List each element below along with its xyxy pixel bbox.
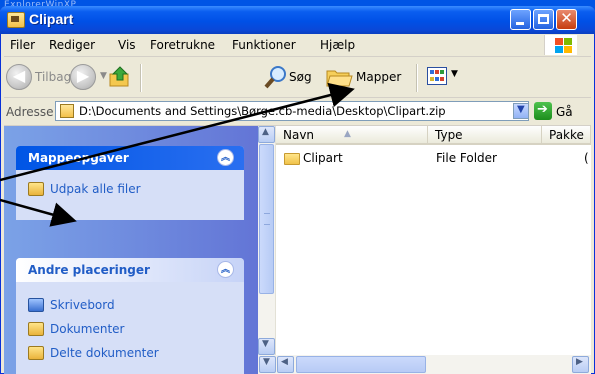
toolbar-separator bbox=[140, 64, 142, 92]
address-label: Adresse bbox=[6, 105, 54, 119]
horizontal-scroll-thumb[interactable] bbox=[296, 356, 426, 373]
address-path[interactable]: D:\Documents and Settings\Børge.cb-media… bbox=[79, 104, 446, 118]
menu-favorites[interactable]: Foretrukne bbox=[150, 38, 215, 52]
column-header-label: Navn bbox=[283, 128, 315, 142]
folders-icon[interactable] bbox=[325, 65, 353, 89]
chevron-up-icon: ︽ bbox=[221, 265, 231, 275]
title-bar[interactable]: Clipart ✕ bbox=[0, 6, 595, 34]
extract-icon bbox=[28, 182, 44, 196]
forward-arrow-icon: ▶ bbox=[76, 66, 90, 85]
menu-help[interactable]: Hjælp bbox=[320, 38, 355, 52]
collapse-button[interactable]: ︽ bbox=[217, 261, 234, 278]
address-bar: Adresse D:\Documents and Settings\Børge.… bbox=[4, 98, 591, 126]
place-label[interactable]: Skrivebord bbox=[50, 298, 115, 312]
views-dropdown-icon[interactable]: ▼ bbox=[451, 69, 458, 79]
arrow-down-icon: ▼ bbox=[262, 339, 269, 349]
shared-folder-icon bbox=[28, 346, 44, 360]
scroll-down-button[interactable]: ▼ bbox=[258, 338, 275, 355]
cell-name[interactable]: Clipart bbox=[303, 151, 343, 165]
scroll-up-button[interactable]: ▲ bbox=[258, 126, 275, 143]
views-icon[interactable] bbox=[427, 67, 447, 85]
scroll-thumb[interactable] bbox=[259, 144, 274, 294]
column-header-label: Type bbox=[435, 128, 463, 142]
collapse-button[interactable]: ︽ bbox=[217, 149, 234, 166]
maximize-icon bbox=[538, 14, 549, 24]
cell-packed: ( bbox=[584, 151, 589, 165]
minimize-icon bbox=[516, 22, 524, 25]
go-label[interactable]: Gå bbox=[556, 105, 573, 119]
task-label[interactable]: Udpak alle filer bbox=[50, 182, 141, 196]
zip-folder-icon bbox=[60, 104, 74, 118]
zip-folder-icon bbox=[7, 12, 25, 28]
arrow-right-icon: ▶ bbox=[576, 357, 583, 367]
grip-icon bbox=[264, 213, 270, 225]
toolbar: ◀ Tilbage ▼ ▶ ▼ Søg Mapper ▼ bbox=[4, 57, 591, 98]
search-icon[interactable] bbox=[263, 64, 289, 90]
cell-type: File Folder bbox=[436, 151, 497, 165]
tasks-panel: Mappeopgaver ︽ Udpak alle filer bbox=[16, 146, 244, 220]
back-button[interactable]: ◀ bbox=[6, 64, 32, 90]
chevron-down-icon: ▼ bbox=[517, 104, 525, 115]
menu-file[interactable]: Filer bbox=[10, 38, 35, 52]
tasks-panel-title: Mappeopgaver bbox=[28, 151, 129, 165]
search-label[interactable]: Søg bbox=[289, 70, 312, 84]
folder-icon bbox=[284, 153, 300, 165]
scroll-right-button[interactable]: ▶ bbox=[572, 356, 589, 373]
places-panel-header[interactable]: Andre placeringer ︽ bbox=[16, 258, 244, 282]
maximize-button[interactable] bbox=[533, 9, 554, 30]
column-header-packed[interactable]: Pakke bbox=[542, 126, 591, 145]
windows-logo-icon bbox=[544, 35, 577, 55]
arrow-left-icon: ◀ bbox=[281, 357, 288, 367]
menu-bar: Filer Rediger Vis Foretrukne Funktioner … bbox=[4, 34, 591, 57]
documents-icon bbox=[28, 322, 44, 336]
arrow-down-icon: ▼ bbox=[263, 357, 270, 367]
explorer-window: Clipart ✕ Filer Rediger Vis Foretrukne F… bbox=[0, 6, 595, 374]
column-header-label: Pakke bbox=[549, 128, 584, 142]
go-arrow-icon: ➔ bbox=[537, 102, 548, 117]
menu-view[interactable]: Vis bbox=[118, 38, 136, 52]
chevron-up-icon: ︽ bbox=[221, 153, 231, 163]
go-button[interactable]: ➔ bbox=[534, 102, 552, 120]
toolbar-separator bbox=[416, 64, 418, 92]
arrow-up-icon: ▲ bbox=[262, 127, 269, 137]
desktop-icon bbox=[28, 298, 44, 312]
back-arrow-icon: ◀ bbox=[12, 66, 26, 85]
menu-edit[interactable]: Rediger bbox=[49, 38, 95, 52]
scroll-corner-button[interactable]: ▼ bbox=[259, 356, 276, 373]
horizontal-scrollbar[interactable]: ▼ ◀ ▶ bbox=[258, 355, 591, 374]
places-panel: Andre placeringer ︽ Skrivebord Dokumente… bbox=[16, 258, 244, 374]
sort-ascending-icon: ▲ bbox=[344, 129, 351, 139]
folders-label[interactable]: Mapper bbox=[356, 70, 401, 84]
column-header-type[interactable]: Type bbox=[428, 126, 542, 145]
address-dropdown-button[interactable]: ▼ bbox=[513, 103, 529, 119]
place-label[interactable]: Delte dokumenter bbox=[50, 346, 159, 360]
place-label[interactable]: Dokumenter bbox=[50, 322, 124, 336]
address-field[interactable]: D:\Documents and Settings\Børge.cb-media… bbox=[55, 101, 529, 121]
file-list-pane: ▲ ▼ Navn ▲ Type Pakke Clipart File Folde… bbox=[258, 126, 591, 374]
vertical-scrollbar[interactable]: ▲ ▼ bbox=[258, 126, 276, 355]
close-button[interactable]: ✕ bbox=[556, 9, 577, 30]
folder-up-icon[interactable] bbox=[108, 66, 132, 88]
forward-dropdown-icon[interactable]: ▼ bbox=[100, 71, 107, 81]
scroll-left-button[interactable]: ◀ bbox=[277, 356, 294, 373]
forward-button[interactable]: ▶ bbox=[70, 64, 96, 90]
close-icon: ✕ bbox=[560, 9, 573, 27]
column-header-name[interactable]: Navn ▲ bbox=[276, 126, 428, 145]
places-panel-title: Andre placeringer bbox=[28, 263, 150, 277]
tasks-panel-header[interactable]: Mappeopgaver ︽ bbox=[16, 146, 244, 170]
menu-tools[interactable]: Funktioner bbox=[232, 38, 296, 52]
window-title: Clipart bbox=[29, 11, 74, 27]
task-pane: Mappeopgaver ︽ Udpak alle filer Andre pl… bbox=[4, 126, 258, 374]
minimize-button[interactable] bbox=[510, 9, 531, 30]
